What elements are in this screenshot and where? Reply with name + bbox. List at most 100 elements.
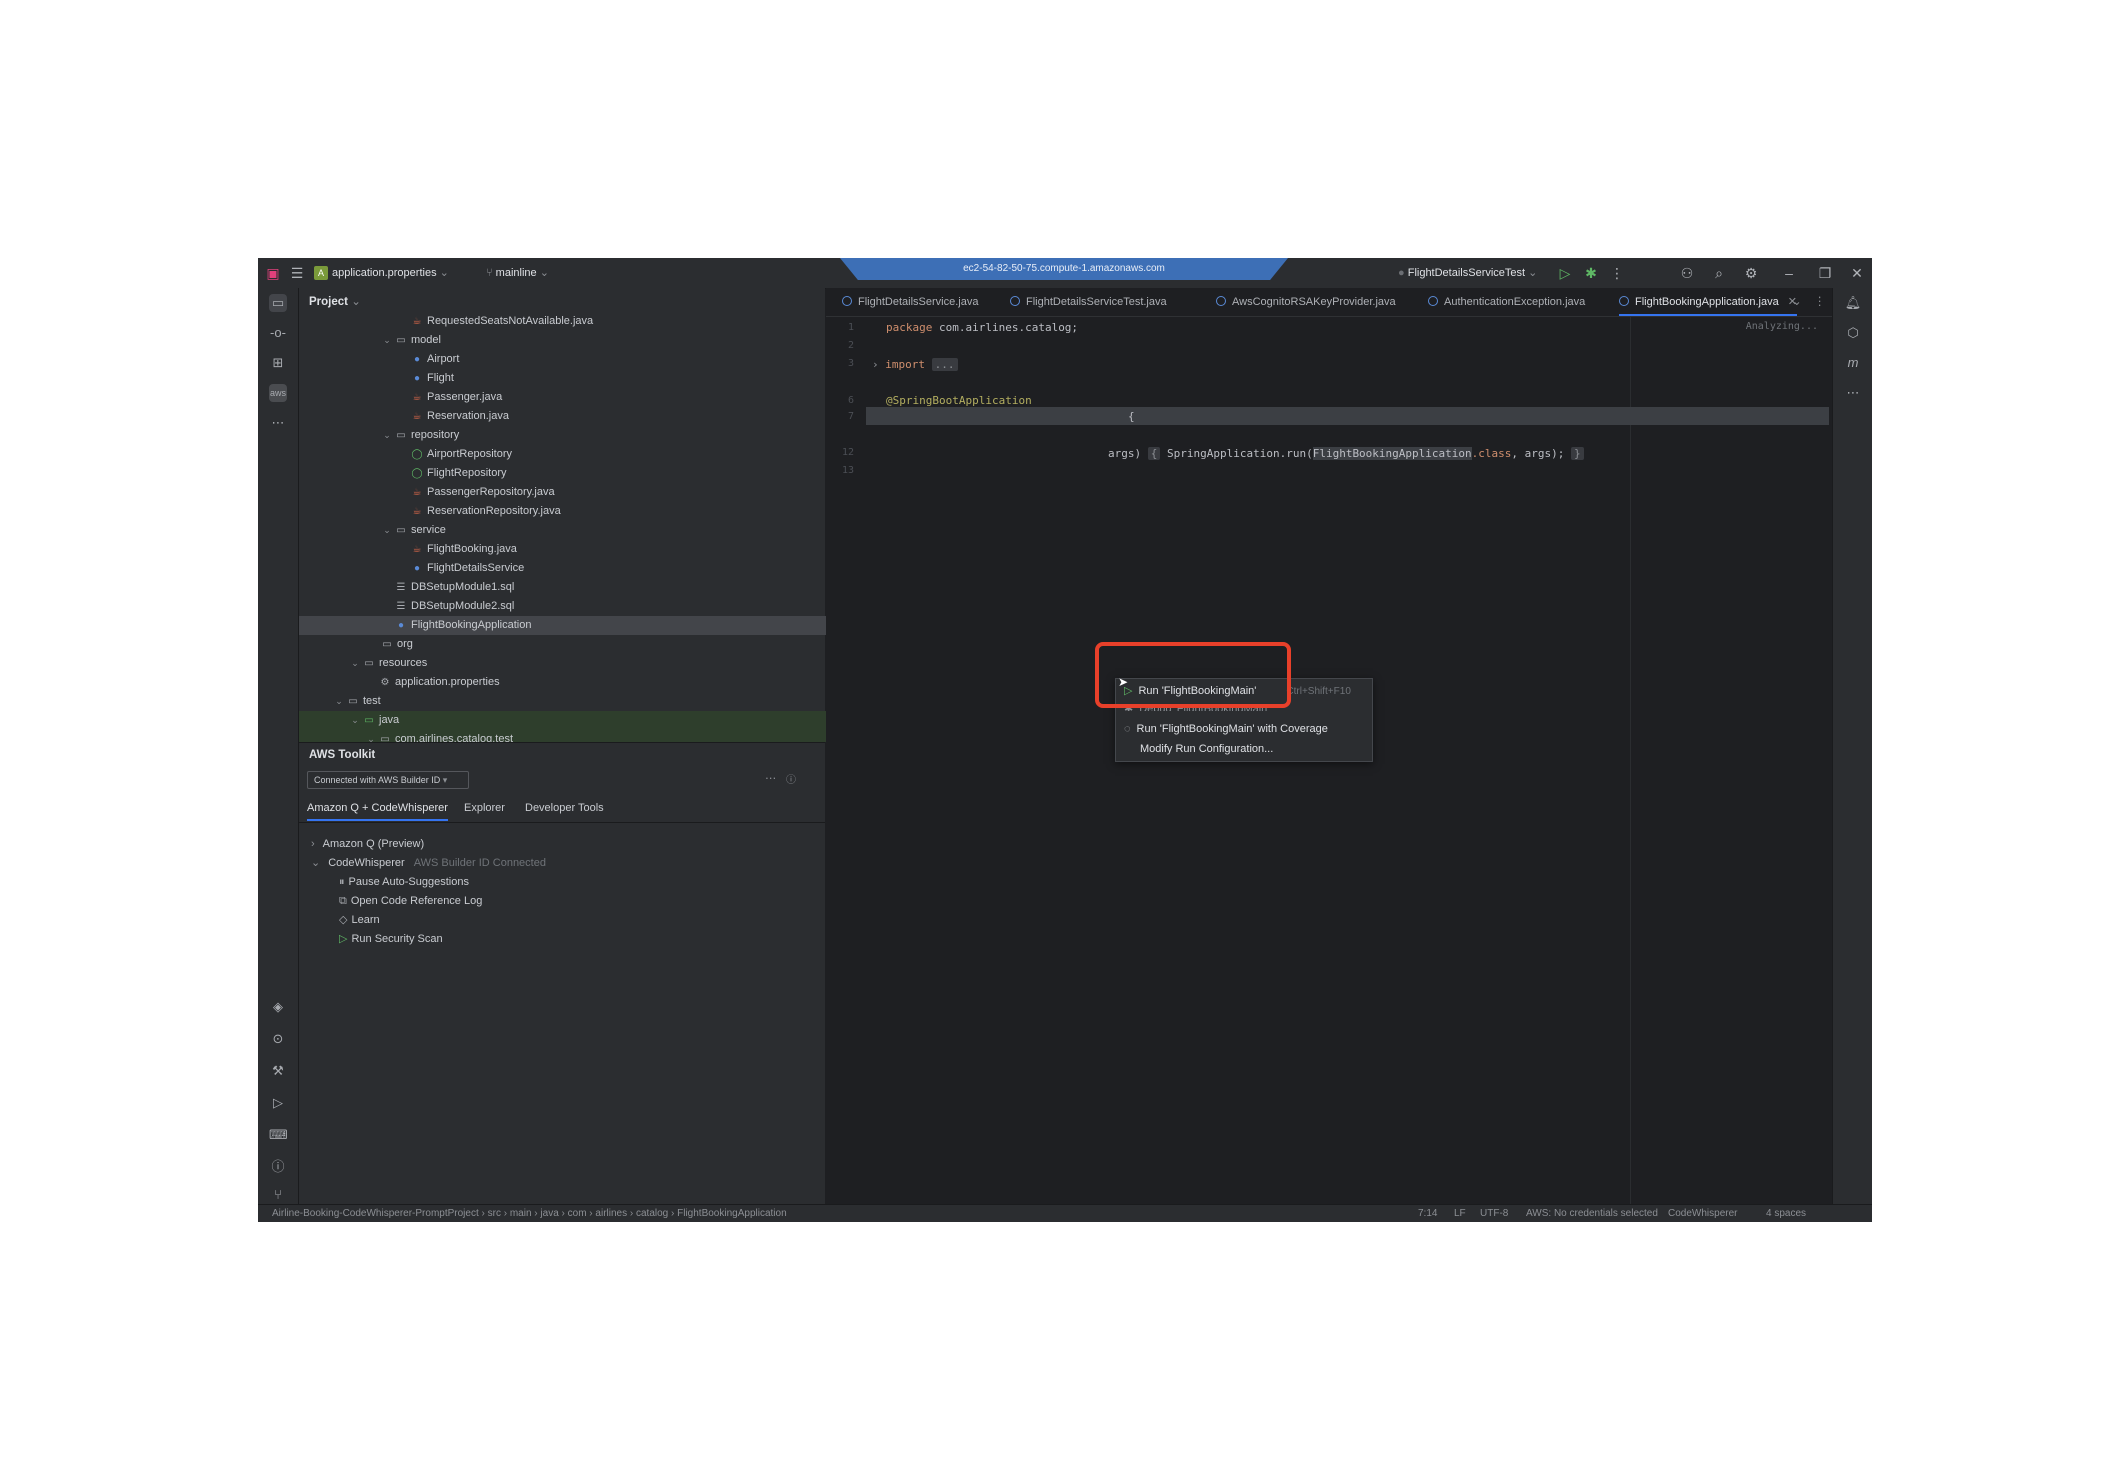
tree-item[interactable]: ⌄ ▭ service	[299, 521, 893, 540]
tree-item[interactable]: ⌄ ▭ resources	[299, 654, 861, 673]
line-number: 12	[841, 447, 854, 458]
codewhisperer-status[interactable]: CodeWhisperer	[1668, 1205, 1737, 1222]
mouse-cursor-icon: ➤	[1118, 675, 1129, 689]
problems-icon[interactable]: ⓘ	[269, 1158, 287, 1176]
search-icon[interactable]: ⌕	[1710, 264, 1728, 282]
indent-setting[interactable]: 4 spaces	[1766, 1205, 1806, 1222]
project-widget[interactable]: Aapplication.properties ⌄	[314, 265, 449, 281]
git-icon[interactable]: ⑂	[269, 1186, 287, 1204]
folder-icon: ▭	[348, 696, 358, 707]
run-icon: ▷	[339, 933, 348, 945]
amazon-q-node[interactable]: › Amazon Q (Preview)	[311, 835, 424, 854]
maven-icon[interactable]: m	[1844, 354, 1862, 372]
tab-developer-tools[interactable]: Developer Tools	[525, 795, 604, 821]
tree-item[interactable]: ☰ DBSetupModule1.sql	[299, 578, 907, 597]
tree-item[interactable]: ▭ org	[299, 635, 893, 654]
remote-session-bar[interactable]: ec2-54-82-50-75.compute-1.amazonaws.com	[840, 258, 1288, 280]
security-scan-item[interactable]: ▷ Run Security Scan	[339, 930, 443, 949]
fold-icon[interactable]: ›	[872, 358, 879, 371]
pause-icon: ⏸	[339, 876, 345, 888]
tree-item[interactable]: ☰ DBSetupModule2.sql	[299, 597, 907, 616]
branch-icon: ⑂	[486, 267, 493, 279]
modify-run-config-item[interactable]: Modify Run Configuration...	[1124, 739, 1273, 759]
settings-icon[interactable]: ⚙	[1742, 264, 1760, 282]
class-icon: ●	[413, 373, 421, 384]
run-icon[interactable]: ▷	[1556, 264, 1574, 282]
aws-credentials[interactable]: AWS: No credentials selected	[1526, 1205, 1658, 1222]
folder-icon: ▭	[380, 734, 390, 742]
breadcrumb[interactable]: Airline-Booking-CodeWhisperer-PromptProj…	[272, 1205, 787, 1222]
tree-item[interactable]: ⚙ application.properties	[299, 673, 891, 692]
close-icon[interactable]: ✕	[1848, 264, 1866, 282]
tab-flight-details-service[interactable]: FlightDetailsService.java	[842, 288, 978, 316]
editor-tabs: FlightDetailsService.java FlightDetailsS…	[826, 288, 1832, 317]
tab-aws-cognito-rsa[interactable]: AwsCognitoRSAKeyProvider.java	[1216, 288, 1396, 316]
code-line-import: › import ...	[872, 358, 958, 371]
debug-icon[interactable]: ✱	[1582, 264, 1600, 282]
code-reference-log-item[interactable]: ⧉ Open Code Reference Log	[339, 892, 482, 911]
tree-item[interactable]: ⌄ ▭ test	[299, 692, 845, 711]
project-panel-title[interactable]: Project ⌄	[309, 294, 361, 308]
run-config-selector[interactable]: ● FlightDetailsServiceTest ⌄	[1398, 265, 1537, 281]
more-options-icon[interactable]: ⋯	[765, 771, 777, 785]
main-menu-icon[interactable]: ☰	[288, 264, 306, 282]
tab-amazon-q-codewhisperer[interactable]: Amazon Q + CodeWhisperer	[307, 795, 448, 821]
folder-icon: ▭	[396, 430, 406, 441]
restore-icon[interactable]: ❐	[1816, 264, 1834, 282]
tree-item[interactable]: ⌄ ▭ repository	[299, 426, 893, 445]
chevron-down-icon: ⌄	[383, 525, 391, 535]
commit-tool-icon[interactable]: -o-	[269, 324, 287, 342]
learn-icon: ◇	[339, 914, 348, 926]
reference-log-icon: ⧉	[339, 895, 347, 907]
java-file-icon: ☕	[412, 392, 422, 403]
interface-icon: ◯	[411, 449, 423, 460]
tab-flight-booking-application[interactable]: FlightBookingApplication.java ✕	[1619, 288, 1797, 316]
tree-item-selected[interactable]: ● FlightBookingApplication	[299, 616, 907, 635]
terminal-icon[interactable]: ⌨	[269, 1126, 288, 1144]
caret-position[interactable]: 7:14	[1418, 1205, 1437, 1222]
notifications-icon[interactable]: 🔔︎	[1844, 294, 1862, 312]
help-icon[interactable]: ⓘ	[786, 771, 796, 786]
code-line-class: {	[1128, 410, 1135, 423]
run-tool-icon[interactable]: ▷	[269, 1094, 287, 1112]
tab-explorer[interactable]: Explorer	[464, 795, 505, 821]
run-config-icon: ●	[1398, 267, 1405, 279]
folder-icon: ▭	[382, 639, 392, 650]
ai-assistant-icon[interactable]: ⬡	[1844, 324, 1862, 342]
branch-widget[interactable]: ⑂ mainline ⌄	[486, 265, 549, 281]
sql-file-icon: ☰	[396, 601, 406, 612]
tab-list-icon[interactable]: ⌄	[1792, 294, 1802, 308]
tab-flight-details-service-test[interactable]: FlightDetailsServiceTest.java	[1010, 288, 1167, 316]
tree-item[interactable]: ⌄ ▭ java	[299, 711, 861, 730]
tree-item[interactable]: ⌄ ▭ model	[299, 331, 893, 350]
line-number: 13	[841, 465, 854, 476]
line-number: 7	[847, 411, 854, 422]
class-icon: ●	[413, 354, 421, 365]
structure-tool-icon[interactable]: ⊞	[269, 354, 287, 372]
aws-tool-icon[interactable]: aws	[269, 384, 287, 402]
services-icon[interactable]: ⊙	[269, 1030, 287, 1048]
java-file-icon: ☕	[412, 544, 422, 555]
learn-item[interactable]: ◇ Learn	[339, 911, 380, 930]
minimize-icon[interactable]: –	[1780, 264, 1798, 282]
tab-more-icon[interactable]: ⋮	[1814, 294, 1826, 308]
connection-dropdown[interactable]: Connected with AWS Builder ID ▾	[307, 771, 469, 789]
amazon-q-icon[interactable]: ◈	[269, 998, 287, 1016]
chevron-right-icon: ›	[311, 838, 315, 850]
tree-item[interactable]: ⌄ ▭ com.airlines.catalog.test	[299, 730, 877, 742]
project-tool-icon[interactable]: ▭	[269, 294, 287, 312]
codewhisperer-node[interactable]: ⌄ CodeWhisperer AWS Builder ID Connected	[311, 854, 546, 873]
more-tools-icon[interactable]: ⋯	[269, 414, 287, 432]
more-tools-icon[interactable]: ⋯	[1844, 384, 1862, 402]
account-icon[interactable]: ⚇	[1678, 264, 1696, 282]
chevron-down-icon: ⌄	[311, 857, 321, 869]
pause-suggestions-item[interactable]: ⏸ Pause Auto-Suggestions	[339, 873, 469, 892]
run-coverage-item[interactable]: ◌ Run 'FlightBookingMain' with Coverage	[1124, 719, 1328, 739]
line-number: 1	[847, 322, 854, 333]
file-encoding[interactable]: UTF-8	[1480, 1205, 1508, 1222]
code-line-package: package com.airlines.catalog;	[886, 321, 1079, 334]
line-separator[interactable]: LF	[1454, 1205, 1466, 1222]
more-actions-icon[interactable]: ⋮	[1608, 264, 1626, 282]
build-icon[interactable]: ⚒	[269, 1062, 287, 1080]
tab-authentication-exception[interactable]: AuthenticationException.java	[1428, 288, 1585, 316]
